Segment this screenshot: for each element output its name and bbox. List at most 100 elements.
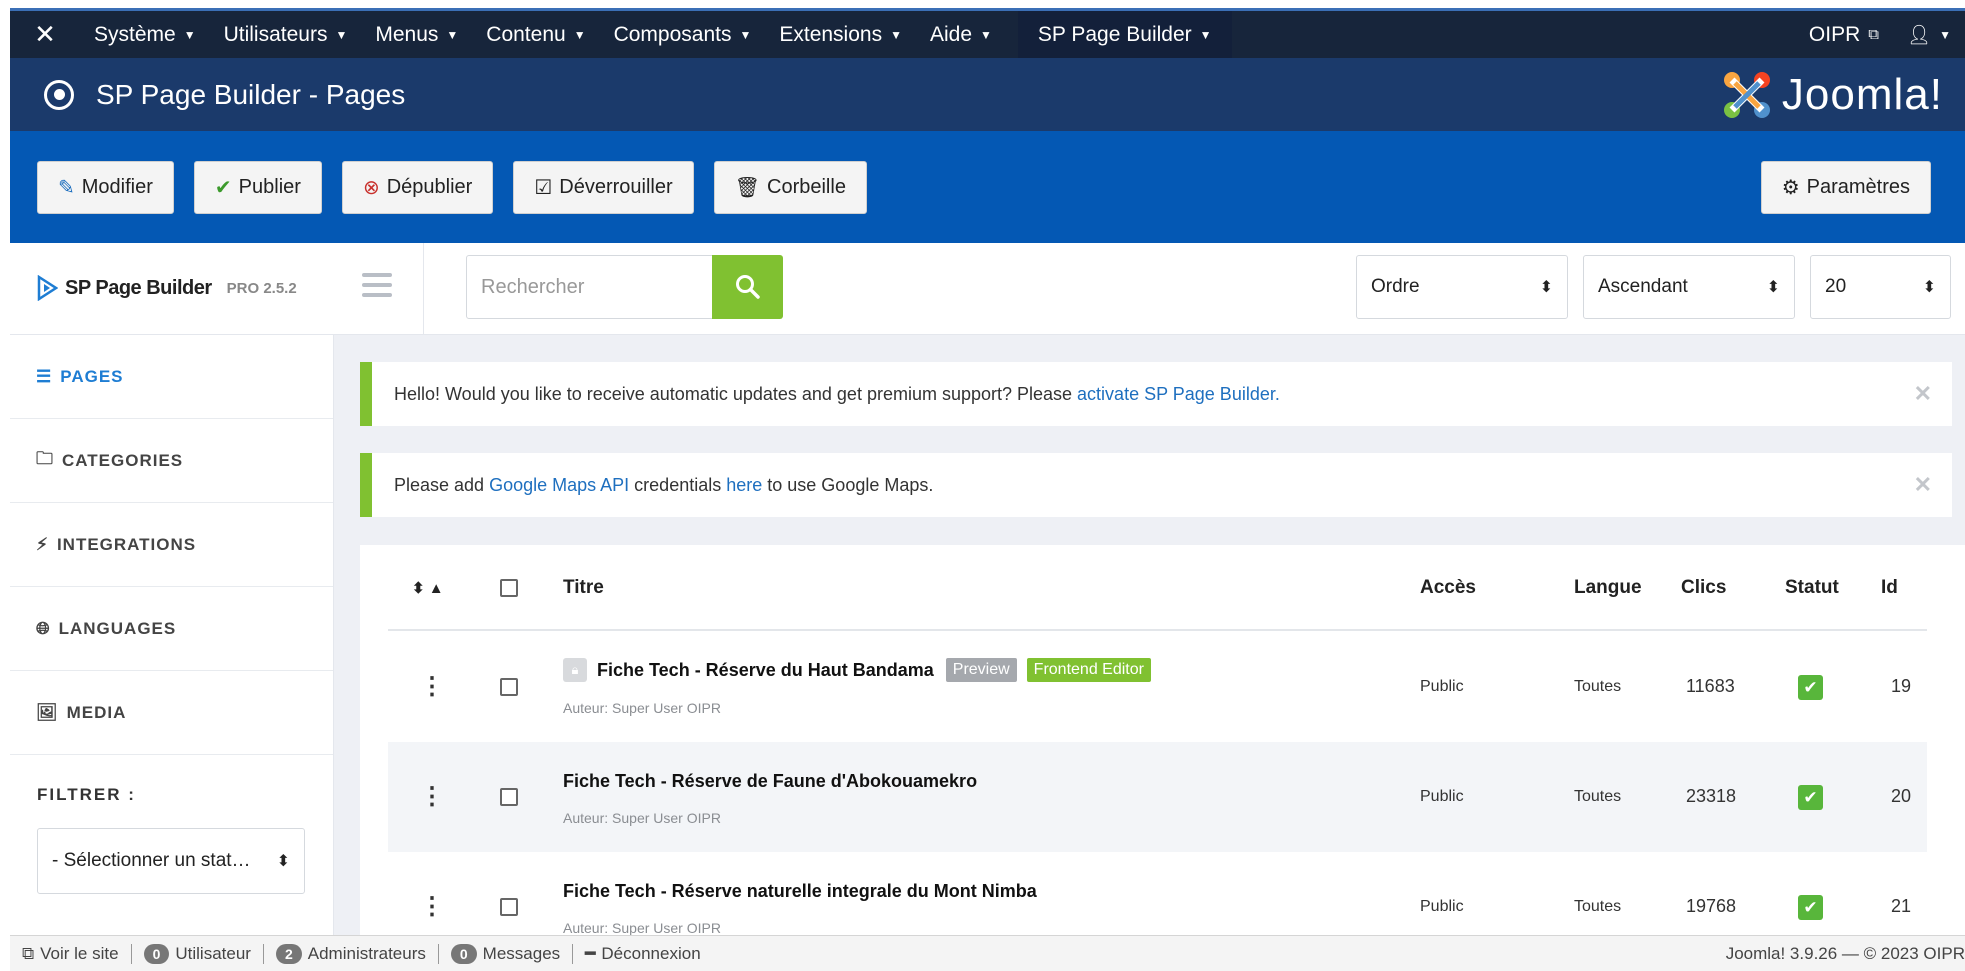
edit-button[interactable]: ✎ Modifier — [37, 160, 174, 214]
here-link[interactable]: here — [726, 475, 762, 495]
language-value: Toutes — [1574, 788, 1622, 805]
check-icon: ✔ — [1798, 785, 1823, 810]
sp-brand-name: SP Page Builder — [65, 276, 212, 299]
row-checkbox[interactable] — [500, 678, 518, 696]
sidebar-item-label: LANGUAGES — [58, 618, 177, 638]
search-placeholder: Rechercher — [481, 275, 585, 298]
row-checkbox[interactable] — [500, 898, 518, 916]
header-clicks[interactable]: Clics — [1681, 545, 1726, 630]
drag-handle-icon[interactable]: ⋮ — [420, 672, 444, 701]
header-id[interactable]: Id — [1881, 545, 1898, 630]
sort-direction-select[interactable]: Ascendant ⬍ — [1583, 255, 1795, 319]
publish-button[interactable]: ✔ Publier — [193, 160, 322, 214]
activate-link[interactable]: activate SP Page Builder. — [1077, 384, 1280, 404]
menu-extensions[interactable]: Extensions ▼ — [765, 11, 916, 58]
header-title[interactable]: Titre — [563, 545, 604, 630]
logout-label: Déconnexion — [601, 943, 701, 963]
table-row: ⋮ Fiche Tech - Réserve de Faune d'Abokou… — [388, 742, 1927, 852]
menu-utilisateurs[interactable]: Utilisateurs ▼ — [210, 11, 362, 58]
select-arrows-icon: ⬍ — [276, 853, 290, 870]
sidebar-item-languages[interactable]: 🌐︎ LANGUAGES — [10, 587, 333, 671]
messages-indicator[interactable]: 0 Messages — [439, 943, 572, 964]
hamburger-icon[interactable] — [362, 273, 392, 297]
access-value: Public — [1420, 678, 1464, 695]
check-icon: ✔ — [214, 176, 232, 199]
alert-text: Hello! Would you like to receive automat… — [394, 383, 1078, 404]
menu-systeme[interactable]: Système ▼ — [80, 11, 210, 58]
sidebar-item-pages[interactable]: ☰ PAGES — [10, 335, 333, 419]
sp-header: SP Page Builder PRO 2.5.2 Rechercher Ord… — [10, 243, 1965, 335]
check-icon: ✔ — [1798, 895, 1823, 920]
filter-title: FILTRER : — [37, 785, 136, 804]
limit-select[interactable]: 20 ⬍ — [1810, 255, 1951, 319]
unlock-button[interactable]: ☑ Déverrouiller — [513, 160, 694, 214]
sidebar-item-categories[interactable]: 🗀 CATEGORIES — [10, 419, 333, 503]
messages-count-badge: 0 — [450, 943, 477, 964]
page-title-link[interactable]: Fiche Tech - Réserve de Faune d'Abokouam… — [563, 771, 977, 792]
drag-handle-icon[interactable]: ⋮ — [420, 892, 444, 921]
menu-contenu[interactable]: Contenu ▼ — [472, 11, 599, 58]
language-value: Toutes — [1574, 898, 1622, 915]
table-row: ⋮ 🔒︎ Fiche Tech - Réserve du Haut Bandam… — [388, 632, 1927, 742]
limit-value: 20 — [1825, 276, 1847, 297]
page-title-link[interactable]: Fiche Tech - Réserve naturelle integrale… — [563, 881, 1037, 902]
drag-handle-icon[interactable]: ⋮ — [420, 782, 444, 811]
sidebar-item-label: CATEGORIES — [62, 450, 184, 470]
frontend-editor-button[interactable]: Frontend Editor — [1026, 658, 1151, 682]
menu-composants[interactable]: Composants ▼ — [600, 11, 766, 58]
menu-menus[interactable]: Menus ▼ — [361, 11, 472, 58]
caret-down-icon: ▼ — [739, 27, 752, 42]
status-filter-select[interactable]: - Sélectionner un stat… ⬍ — [37, 828, 305, 894]
topbar-right: OIPR ⧉ 👤︎ ▼ — [1795, 11, 1965, 58]
check-icon: ✔ — [1798, 675, 1823, 700]
admins-indicator[interactable]: 2 Administrateurs — [264, 943, 438, 964]
select-arrows-icon: ⬍ — [1922, 279, 1936, 296]
row-checkbox[interactable] — [500, 788, 518, 806]
minus-icon: ━ — [585, 943, 596, 963]
visitors-indicator[interactable]: 0 Utilisateur — [132, 943, 263, 964]
visitors-count-badge: 0 — [143, 943, 170, 964]
caret-down-icon: ▼ — [335, 27, 348, 42]
view-site-link[interactable]: ⧉ Voir le site — [10, 944, 131, 964]
search-button[interactable] — [712, 255, 783, 319]
select-arrows-icon: ⬍ — [1539, 279, 1553, 296]
lock-icon[interactable]: 🔒︎ — [563, 658, 587, 682]
search-icon — [735, 275, 760, 299]
header-access[interactable]: Accès — [1420, 545, 1476, 630]
sidebar-item-media[interactable]: 🖼︎ MEDIA — [10, 671, 333, 755]
menu-sp-page-builder[interactable]: SP Page Builder ▼ — [1017, 11, 1232, 58]
menu-label: Composants — [613, 22, 732, 46]
status-toggle[interactable]: ✔ — [1798, 895, 1823, 920]
access-value: Public — [1420, 788, 1464, 805]
preview-button[interactable]: Preview — [945, 658, 1017, 682]
search-input[interactable]: Rechercher — [466, 255, 714, 319]
cross-circle-icon: ⊗ — [362, 176, 380, 199]
unpublish-label: Dépublier — [386, 175, 473, 198]
page-title-link[interactable]: Fiche Tech - Réserve du Haut Bandama — [597, 660, 934, 681]
sidebar-item-integrations[interactable]: ⚡︎ INTEGRATIONS — [10, 503, 333, 587]
ordering-header[interactable]: ⬍ ▲ — [412, 545, 444, 630]
select-all-checkbox[interactable] — [500, 545, 518, 630]
sidebar-item-label: PAGES — [60, 366, 124, 386]
admins-label: Administrateurs — [307, 943, 426, 963]
user-icon: 👤︎ — [1906, 24, 1932, 46]
joomla-menu-icon[interactable]: ✕ — [10, 19, 80, 50]
header-status[interactable]: Statut — [1785, 545, 1839, 630]
close-icon[interactable]: ✕ — [1914, 472, 1932, 498]
close-icon[interactable]: ✕ — [1914, 381, 1932, 407]
settings-button[interactable]: ⚙ Paramètres — [1760, 160, 1931, 214]
status-toggle[interactable]: ✔ — [1798, 785, 1823, 810]
author: Auteur: Super User OIPR — [563, 810, 721, 826]
header-language[interactable]: Langue — [1574, 545, 1642, 630]
unpublish-button[interactable]: ⊗ Dépublier — [341, 160, 494, 214]
sort-field-select[interactable]: Ordre ⬍ — [1356, 255, 1568, 319]
plug-icon: ⚡︎ — [36, 534, 49, 554]
status-toggle[interactable]: ✔ — [1798, 675, 1823, 700]
gear-icon: ⚙ — [1781, 176, 1800, 199]
google-maps-api-link[interactable]: Google Maps API — [489, 475, 629, 495]
logout-link[interactable]: ━ Déconnexion — [573, 944, 713, 964]
trash-button[interactable]: 🗑︎ Corbeille — [713, 160, 867, 214]
user-menu[interactable]: 👤︎ ▼ — [1893, 11, 1965, 58]
site-link[interactable]: OIPR ⧉ — [1795, 11, 1893, 58]
menu-aide[interactable]: Aide ▼ — [916, 11, 1006, 58]
